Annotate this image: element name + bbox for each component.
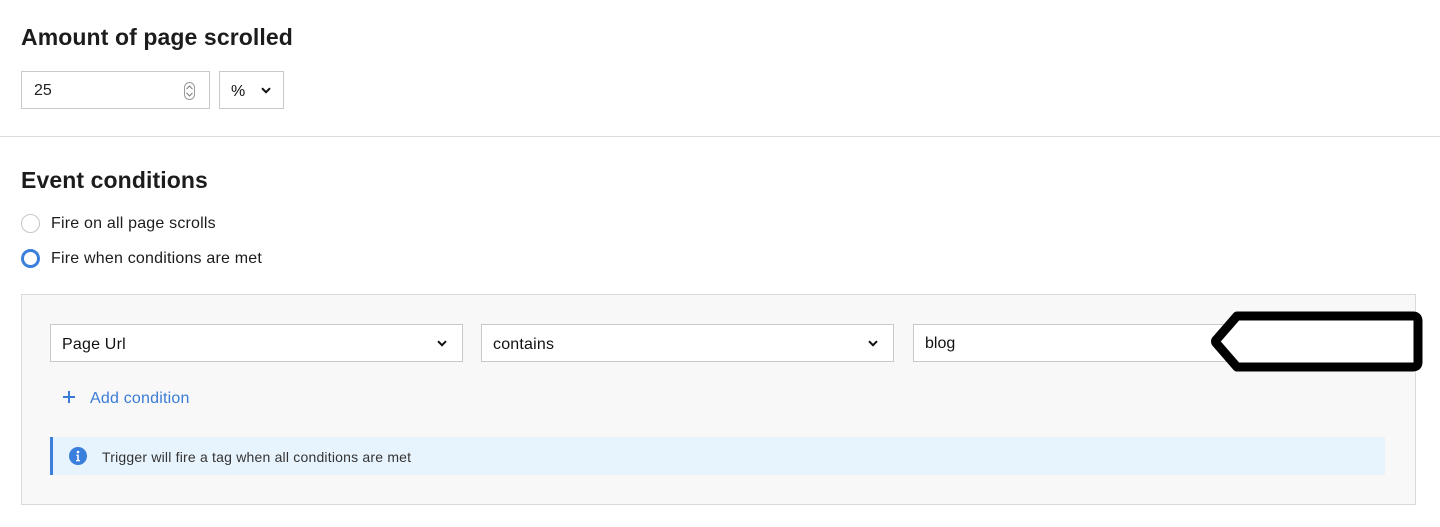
spinner-up-icon[interactable]	[186, 85, 193, 90]
radio-button-checked[interactable]	[21, 249, 40, 268]
chevron-down-icon	[868, 340, 878, 347]
info-message: Trigger will fire a tag when all conditi…	[102, 449, 412, 465]
event-conditions-title: Event conditions	[21, 167, 208, 193]
condition-value-text: blog	[925, 335, 956, 352]
scroll-amount-input[interactable]: 25	[21, 71, 210, 109]
scroll-amount-title: Amount of page scrolled	[21, 24, 293, 50]
number-spinner-icon[interactable]	[184, 82, 195, 100]
condition-field-value: Page Url	[62, 336, 126, 353]
condition-field-select[interactable]: Page Url	[50, 324, 463, 362]
condition-operator-value: contains	[493, 336, 555, 353]
chevron-down-icon	[437, 340, 447, 347]
info-icon	[69, 447, 87, 465]
plus-icon	[63, 391, 75, 403]
condition-operator-select[interactable]: contains	[481, 324, 894, 362]
radio-label[interactable]: Fire on all page scrolls	[51, 215, 216, 233]
scroll-unit-select[interactable]: %	[219, 71, 284, 109]
info-banner: Trigger will fire a tag when all conditi…	[50, 437, 1385, 475]
chevron-down-icon	[261, 87, 271, 94]
radio-label[interactable]: Fire when conditions are met	[51, 250, 262, 268]
add-condition-label[interactable]: Add condition	[90, 390, 190, 408]
radio-button-unchecked[interactable]	[21, 214, 40, 233]
scroll-unit-value: %	[231, 83, 246, 100]
scroll-amount-value: 25	[34, 82, 52, 99]
section-divider	[0, 136, 1440, 137]
spinner-down-icon[interactable]	[186, 92, 193, 97]
arrow-annotation	[1211, 311, 1423, 372]
